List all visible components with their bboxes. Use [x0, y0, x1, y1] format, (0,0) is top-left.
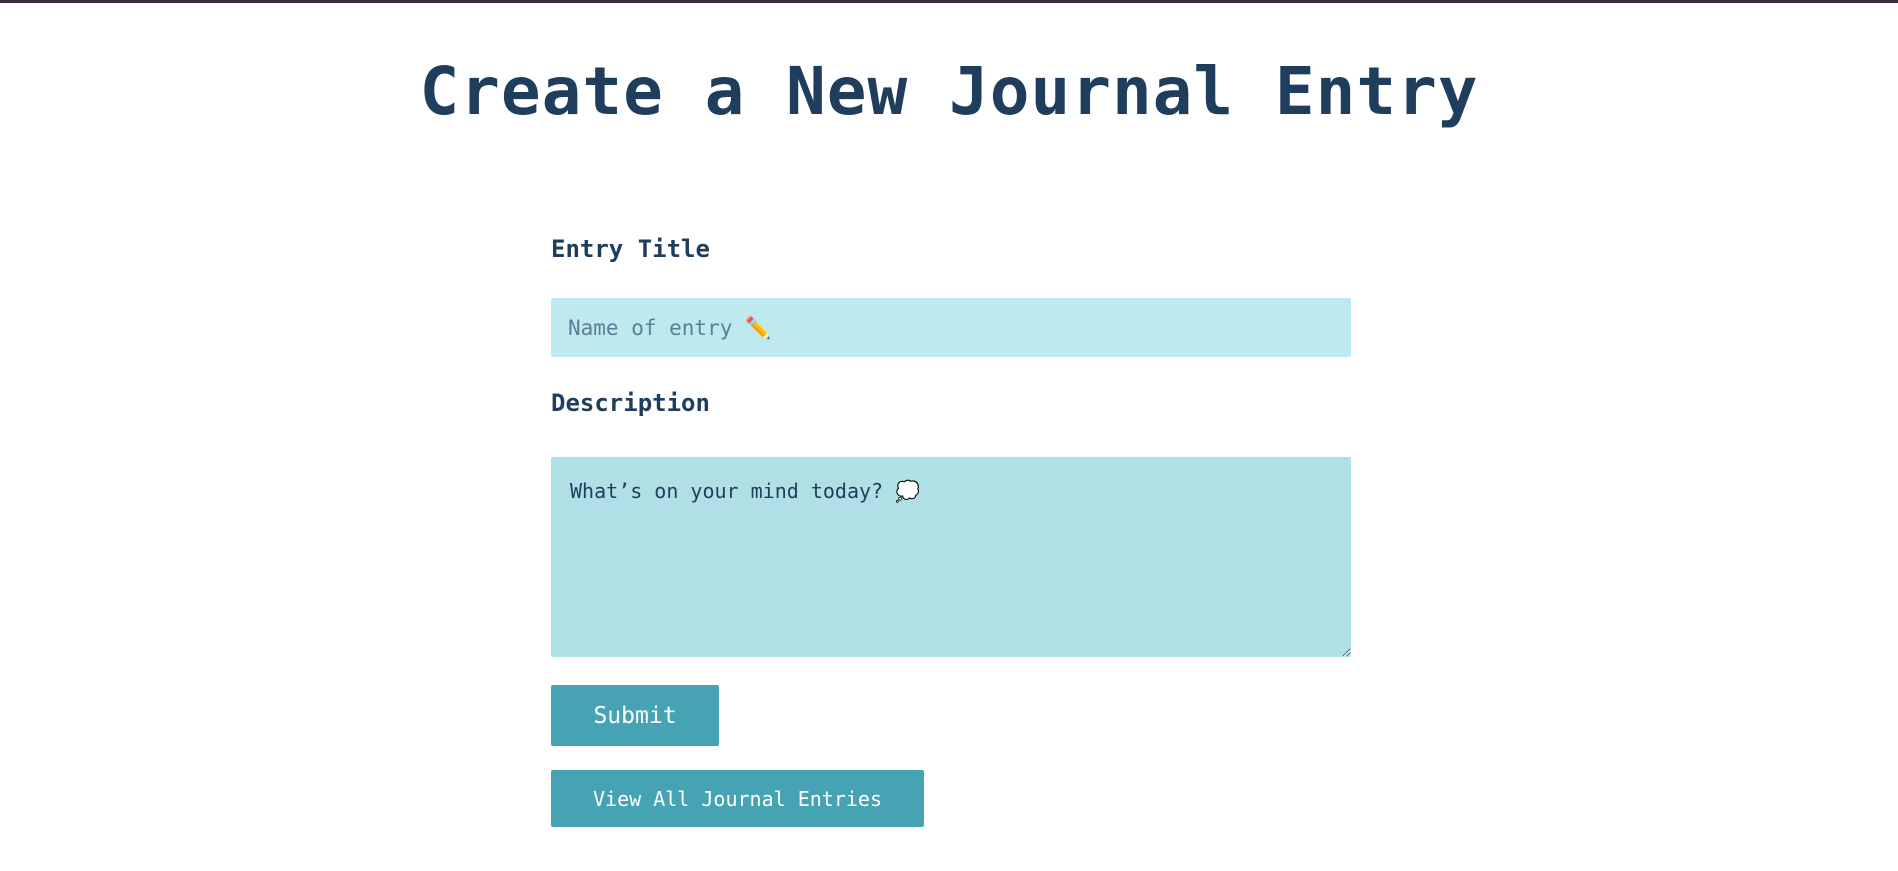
top-border [0, 0, 1898, 3]
submit-button[interactable]: Submit [551, 685, 719, 746]
entry-title-label: Entry Title [551, 235, 710, 263]
view-all-entries-button[interactable]: View All Journal Entries [551, 770, 924, 827]
description-textarea[interactable] [551, 457, 1351, 657]
description-label: Description [551, 389, 710, 417]
entry-title-input[interactable] [551, 298, 1351, 357]
page-title: Create a New Journal Entry [419, 53, 1479, 130]
